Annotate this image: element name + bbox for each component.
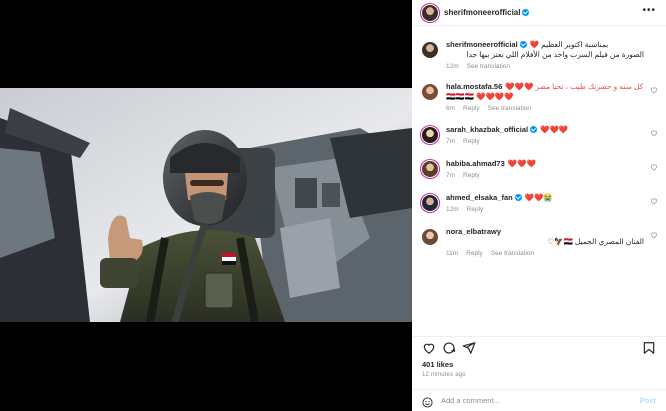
comment-text: الفنان المصري الجميل 🇪🇬🦅♡ bbox=[547, 237, 644, 246]
comment-username[interactable]: ahmed_elsaka_fan bbox=[446, 193, 522, 202]
verified-badge-icon bbox=[530, 126, 538, 133]
like-comment-heart-icon[interactable] bbox=[650, 231, 658, 239]
caption-username[interactable]: sherifmoneerofficial bbox=[446, 40, 527, 49]
comment-time: 7m bbox=[446, 172, 456, 179]
caption-text-line1: بمناسبة اكتوبر العظيم ❤️ bbox=[529, 40, 609, 49]
post-photo bbox=[0, 88, 412, 322]
comment-username[interactable]: sarah_khazbak_official bbox=[446, 125, 538, 134]
verified-badge-icon bbox=[522, 9, 530, 16]
verified-badge-icon bbox=[514, 194, 522, 201]
comment-username[interactable]: habiba.ahmad73 bbox=[446, 159, 505, 168]
post-side-panel: sherifmoneerofficial ••• sherifmoneeroff… bbox=[412, 0, 666, 411]
reply-button[interactable]: Reply bbox=[463, 138, 480, 145]
bookmark-icon[interactable] bbox=[642, 341, 656, 355]
post-media[interactable] bbox=[0, 0, 412, 411]
author-avatar[interactable] bbox=[422, 4, 438, 21]
comment-avatar[interactable] bbox=[422, 161, 438, 177]
comment-text: ❤️❤️❤️ bbox=[540, 125, 569, 134]
reply-button[interactable]: Reply bbox=[463, 172, 480, 179]
caption-time: 12m bbox=[446, 63, 459, 70]
like-comment-heart-icon[interactable] bbox=[650, 163, 658, 171]
like-comment-heart-icon[interactable] bbox=[650, 197, 658, 205]
post-comment-button[interactable]: Post bbox=[640, 396, 656, 405]
heart-outline-icon[interactable] bbox=[422, 341, 436, 355]
comment-time: 7m bbox=[446, 138, 456, 145]
comment-avatar[interactable] bbox=[422, 195, 438, 211]
comment-time: 11m bbox=[446, 250, 459, 257]
more-dots-icon[interactable]: ••• bbox=[642, 6, 656, 16]
comment-text: ❤️❤️❤️ bbox=[507, 159, 536, 168]
author-username[interactable]: sherifmoneerofficial bbox=[444, 8, 530, 17]
see-translation-link[interactable]: See translation bbox=[467, 63, 510, 70]
caption-text-line2: الصورة من فيلم السرب واحد من الأفلام الل… bbox=[466, 50, 644, 59]
likes-count[interactable]: 401 likes bbox=[422, 360, 453, 369]
see-translation-link[interactable]: See translation bbox=[488, 105, 531, 112]
paper-plane-icon[interactable] bbox=[462, 341, 476, 355]
comment-avatar[interactable] bbox=[422, 229, 438, 245]
comment-time: 12m bbox=[446, 206, 459, 213]
post-header: sherifmoneerofficial ••• bbox=[412, 0, 666, 26]
like-comment-heart-icon[interactable] bbox=[650, 129, 658, 137]
comment-avatar[interactable] bbox=[422, 127, 438, 143]
comment-input[interactable] bbox=[441, 396, 611, 405]
see-translation-link[interactable]: See translation bbox=[491, 250, 534, 257]
comment-bubble-icon[interactable] bbox=[442, 341, 456, 355]
like-comment-heart-icon[interactable] bbox=[650, 86, 658, 94]
smiley-icon[interactable] bbox=[422, 395, 433, 408]
add-comment-bar: Post bbox=[412, 389, 666, 411]
post-actions bbox=[412, 336, 666, 358]
reply-button[interactable]: Reply bbox=[466, 250, 483, 257]
comment-avatar[interactable] bbox=[422, 84, 438, 100]
comment-username[interactable]: nora_elbatrawy bbox=[446, 227, 501, 236]
post-timestamp[interactable]: 12 minutes ago bbox=[422, 372, 466, 378]
reply-button[interactable]: Reply bbox=[463, 105, 480, 112]
reply-button[interactable]: Reply bbox=[467, 206, 484, 213]
verified-badge-icon bbox=[519, 41, 527, 48]
comment-username[interactable]: hala.mostafa.56 bbox=[446, 82, 502, 91]
comment-time: 6m bbox=[446, 105, 456, 112]
caption-avatar[interactable] bbox=[422, 42, 438, 58]
comment-text: ❤️❤️😭 bbox=[524, 193, 553, 202]
